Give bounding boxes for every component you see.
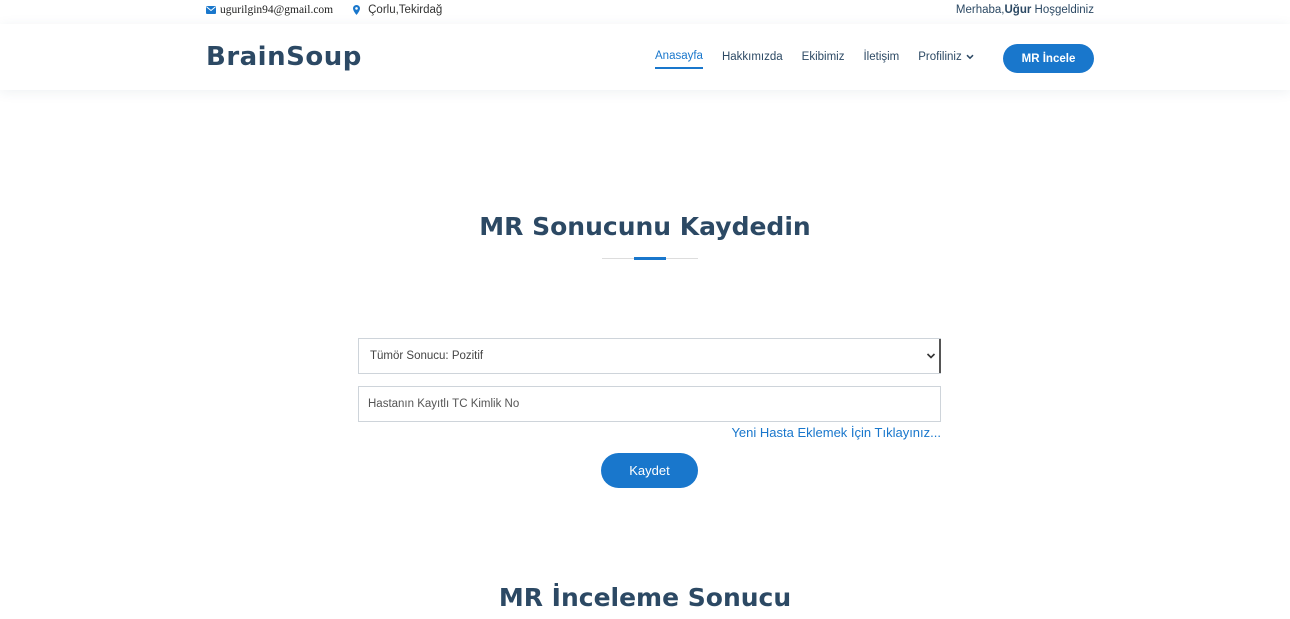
main-nav: Anasayfa Hakkımızda Ekibimiz İletişim Pr… <box>655 50 993 69</box>
nav-item-ekibimiz[interactable]: Ekibimiz <box>802 51 845 69</box>
location-contact: Çorlu,Tekirdağ <box>353 4 442 16</box>
tc-kimlik-input[interactable] <box>358 386 941 422</box>
select-edge <box>939 339 941 373</box>
nav-item-profiliniz[interactable]: Profiliniz <box>918 50 974 69</box>
greeting: Merhaba,Uğur Hoşgeldiniz <box>956 4 1094 16</box>
email-contact[interactable]: ugurilgin94@gmail.com <box>206 4 333 16</box>
nav-item-profiliniz-label: Profiliniz <box>918 50 962 63</box>
contact-info: ugurilgin94@gmail.com Çorlu,Tekirdağ <box>206 4 442 16</box>
tumor-result-select-value: Tümör Sonucu: Pozitif <box>370 350 484 362</box>
new-patient-link[interactable]: Yeni Hasta Eklemek İçin Tıklayınız... <box>731 425 941 440</box>
tumor-result-select[interactable]: Tümör Sonucu: Pozitif <box>358 338 941 374</box>
email-text: ugurilgin94@gmail.com <box>220 4 334 16</box>
chevron-down-icon <box>962 51 974 63</box>
user-name: Uğur <box>1004 4 1032 16</box>
nav-item-anasayfa[interactable]: Anasayfa <box>655 50 703 69</box>
location-text: Çorlu,Tekirdağ <box>368 4 443 16</box>
greeting-suffix: Hoşgeldiniz <box>1031 4 1094 16</box>
save-button[interactable]: Kaydet <box>601 453 698 488</box>
logo[interactable]: BrainSoup <box>206 42 362 72</box>
top-info-bar: ugurilgin94@gmail.com Çorlu,Tekirdağ Mer… <box>0 0 1290 24</box>
map-pin-icon <box>353 5 361 15</box>
greeting-prefix: Merhaba, <box>955 4 1005 16</box>
mr-review-title: MR İnceleme Sonucu <box>498 583 792 612</box>
header: BrainSoup Anasayfa Hakkımızda Ekibimiz İ… <box>0 24 1290 90</box>
nav-item-hakkimizda[interactable]: Hakkımızda <box>722 51 783 69</box>
title-divider-accent <box>634 257 666 260</box>
mr-incele-button[interactable]: MR İncele <box>1003 44 1094 73</box>
section-title: MR Sonucunu Kaydedin <box>479 212 811 241</box>
chevron-down-icon <box>926 351 936 363</box>
envelope-icon <box>206 6 216 14</box>
nav-item-iletisim[interactable]: İletişim <box>863 51 899 69</box>
title-divider <box>602 257 698 260</box>
